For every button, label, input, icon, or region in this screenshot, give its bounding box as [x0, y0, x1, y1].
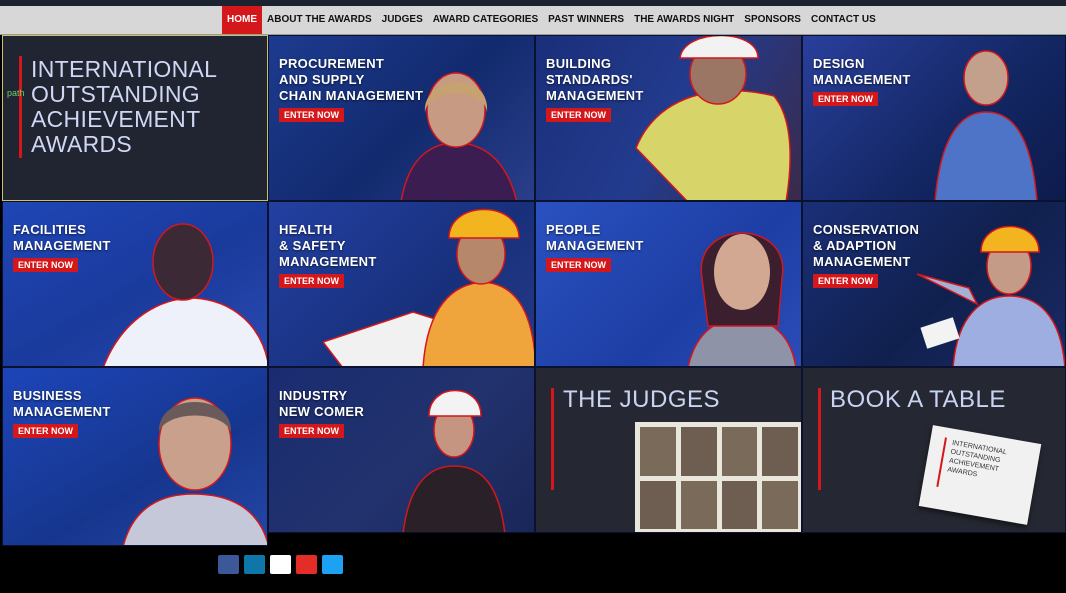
category-label: FACILITIES MANAGEMENT: [13, 222, 111, 254]
label-line: MANAGEMENT: [13, 238, 111, 253]
category-tile-facilities[interactable]: FACILITIES MANAGEMENT ENTER NOW: [2, 201, 268, 367]
label-line: CHAIN MANAGEMENT: [279, 88, 424, 103]
hero-tile: INTERNATIONAL OUTSTANDING ACHIEVEMENT AW…: [2, 35, 268, 201]
path-marker: path: [7, 88, 25, 98]
label-line: MANAGEMENT: [546, 88, 644, 103]
hero-title-line: AWARDS: [31, 131, 133, 157]
book-accent-bar: [818, 388, 821, 490]
enter-now-button[interactable]: ENTER NOW: [813, 274, 878, 288]
enter-now-button[interactable]: ENTER NOW: [279, 108, 344, 122]
label-line: AND SUPPLY: [279, 72, 365, 87]
judges-photo-grid: [635, 422, 801, 532]
book-title: BOOK A TABLE: [830, 386, 1006, 413]
label-line: STANDARDS': [546, 72, 633, 87]
judge-photo: [721, 427, 758, 476]
category-label: PEOPLE MANAGEMENT: [546, 222, 644, 254]
judge-photo: [762, 480, 798, 529]
hero-title-line: ACHIEVEMENT: [31, 106, 201, 132]
social-links: [218, 555, 343, 574]
label-line: MANAGEMENT: [813, 254, 911, 269]
table-card: INTERNATIONAL OUTSTANDING ACHIEVEMENT AW…: [918, 425, 1042, 525]
enter-now-button[interactable]: ENTER NOW: [279, 424, 344, 438]
hero-accent-bar: [19, 56, 22, 158]
main-nav: HOME ABOUT THE AWARDS JUDGES AWARD CATEG…: [0, 6, 1066, 35]
category-tile-procurement[interactable]: PROCUREMENT AND SUPPLY CHAIN MANAGEMENT …: [268, 35, 535, 201]
enter-now-button[interactable]: ENTER NOW: [279, 274, 344, 288]
label-line: PEOPLE: [546, 222, 601, 237]
category-label: DESIGN MANAGEMENT: [813, 56, 911, 88]
person-image: [916, 225, 1065, 366]
category-tile-health-safety[interactable]: HEALTH & SAFETY MANAGEMENT ENTER NOW: [268, 201, 535, 367]
enter-now-button[interactable]: ENTER NOW: [813, 92, 878, 106]
book-table-tile[interactable]: BOOK A TABLE INTERNATIONAL OUTSTANDING A…: [802, 367, 1066, 533]
nav-award-categories[interactable]: AWARD CATEGORIES: [428, 6, 543, 34]
category-label: CONSERVATION & ADAPTION MANAGEMENT: [813, 222, 919, 270]
judge-photo: [721, 480, 758, 529]
label-line: MANAGEMENT: [13, 404, 111, 419]
category-label: PROCUREMENT AND SUPPLY CHAIN MANAGEMENT: [279, 56, 423, 104]
label-line: & ADAPTION: [813, 238, 897, 253]
nav-home[interactable]: HOME: [222, 6, 262, 34]
category-label: HEALTH & SAFETY MANAGEMENT: [279, 222, 377, 270]
category-label: BUILDING STANDARDS' MANAGEMENT: [546, 56, 644, 104]
judges-tile[interactable]: THE JUDGES: [535, 367, 802, 533]
hero-title-line: OUTSTANDING: [31, 81, 200, 107]
person-image: [687, 232, 797, 366]
label-line: BUSINESS: [13, 388, 82, 403]
enter-now-button[interactable]: ENTER NOW: [546, 258, 611, 272]
linkedin-icon[interactable]: [244, 555, 265, 574]
label-line: INDUSTRY: [279, 388, 348, 403]
judge-photo: [762, 427, 798, 476]
judges-accent-bar: [551, 388, 554, 490]
person-image: [123, 397, 267, 545]
category-tile-conservation[interactable]: CONSERVATION & ADAPTION MANAGEMENT ENTER…: [802, 201, 1066, 367]
category-tile-people[interactable]: PEOPLE MANAGEMENT ENTER NOW: [535, 201, 802, 367]
person-image: [103, 223, 267, 366]
hero-title: INTERNATIONAL OUTSTANDING ACHIEVEMENT AW…: [31, 57, 217, 157]
facebook-icon[interactable]: [218, 555, 239, 574]
hero-title-line: INTERNATIONAL: [31, 56, 218, 82]
judge-photo: [640, 427, 676, 476]
judges-title: THE JUDGES: [563, 386, 721, 413]
twitter-icon[interactable]: [322, 555, 343, 574]
label-line: MANAGEMENT: [813, 72, 911, 87]
judge-photo: [680, 480, 717, 529]
nav-about-the-awards[interactable]: ABOUT THE AWARDS: [262, 6, 377, 34]
card-text: INTERNATIONAL OUTSTANDING ACHIEVEMENT AW…: [947, 439, 1008, 484]
nav-past-winners[interactable]: PAST WINNERS: [543, 6, 629, 34]
label-line: PROCUREMENT: [279, 56, 385, 71]
footer: [0, 546, 1066, 593]
person-image: [934, 50, 1038, 200]
judge-photo: [680, 427, 717, 476]
label-line: FACILITIES: [13, 222, 87, 237]
label-line: & SAFETY: [279, 238, 346, 253]
enter-now-button[interactable]: ENTER NOW: [13, 424, 78, 438]
label-line: CONSERVATION: [813, 222, 920, 237]
nav-sponsors[interactable]: SPONSORS: [739, 6, 806, 34]
label-line: DESIGN: [813, 56, 865, 71]
nav-the-awards-night[interactable]: THE AWARDS NIGHT: [629, 6, 739, 34]
label-line: NEW COMER: [279, 404, 365, 419]
category-label: INDUSTRY NEW COMER: [279, 388, 364, 420]
category-tile-business[interactable]: BUSINESS MANAGEMENT ENTER NOW: [2, 367, 268, 546]
nav-contact-us[interactable]: CONTACT US: [806, 6, 881, 34]
label-line: HEALTH: [279, 222, 333, 237]
label-line: MANAGEMENT: [546, 238, 644, 253]
label-line: BUILDING: [546, 56, 612, 71]
card-accent-bar: [936, 437, 947, 487]
category-tile-design[interactable]: DESIGN MANAGEMENT ENTER NOW: [802, 35, 1066, 201]
flickr-icon[interactable]: [270, 555, 291, 574]
category-tile-building-standards[interactable]: BUILDING STANDARDS' MANAGEMENT ENTER NOW: [535, 35, 802, 201]
person-image: [402, 389, 506, 532]
enter-now-button[interactable]: ENTER NOW: [546, 108, 611, 122]
enter-now-button[interactable]: ENTER NOW: [13, 258, 78, 272]
person-image: [635, 36, 791, 200]
judge-photo: [640, 480, 676, 529]
nav-judges[interactable]: JUDGES: [377, 6, 428, 34]
youtube-icon[interactable]: [296, 555, 317, 574]
label-line: MANAGEMENT: [279, 254, 377, 269]
category-label: BUSINESS MANAGEMENT: [13, 388, 111, 420]
category-tile-industry-new-comer[interactable]: INDUSTRY NEW COMER ENTER NOW: [268, 367, 535, 533]
